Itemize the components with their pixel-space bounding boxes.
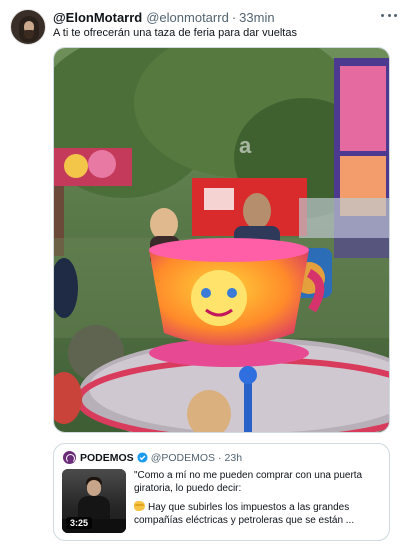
quoted-author-name[interactable]: PODEMOS <box>80 452 134 464</box>
separator-dot: · <box>231 9 237 25</box>
tweet-time[interactable]: 33min <box>239 10 274 25</box>
tweet-header: @ElonMotarrd @elonmotarrd · 33min <box>53 9 275 25</box>
quoted-text-line-2: Hay que subirles los impuestos a las gra… <box>134 501 384 527</box>
fairground-teacup-photo: a <box>54 48 389 432</box>
tweet-text: A ti te ofrecerán una taza de feria para… <box>53 27 297 39</box>
pointing-hand-icon <box>134 501 145 511</box>
podemos-logo-icon[interactable] <box>63 451 76 464</box>
author-avatar[interactable] <box>10 9 46 45</box>
author-handle[interactable]: @elonmotarrd <box>146 10 229 25</box>
video-duration: 3:25 <box>66 517 93 529</box>
separator-dot: · <box>218 451 222 464</box>
quoted-video-thumbnail[interactable]: 3:25 <box>62 469 126 533</box>
quoted-text-line-2-content: Hay que subirles los impuestos a las gra… <box>134 502 355 526</box>
author-name[interactable]: @ElonMotarrd <box>53 10 142 25</box>
tweet-image[interactable]: a <box>53 47 390 433</box>
quoted-text-line-1: "Como a mí no me pueden comprar con una … <box>134 470 363 494</box>
more-dots-icon[interactable] <box>381 11 397 19</box>
verified-badge-icon <box>137 452 148 463</box>
quoted-tweet[interactable]: PODEMOS @PODEMOS · 23h 3:25 "Como a mí n… <box>53 443 390 541</box>
quoted-text: "Como a mí no me pueden comprar con una … <box>134 469 384 533</box>
quoted-author-handle[interactable]: @PODEMOS <box>151 452 215 464</box>
quoted-header: PODEMOS @PODEMOS · 23h <box>63 451 242 464</box>
image-watermark: a <box>239 133 252 158</box>
quoted-time[interactable]: 23h <box>225 452 243 464</box>
